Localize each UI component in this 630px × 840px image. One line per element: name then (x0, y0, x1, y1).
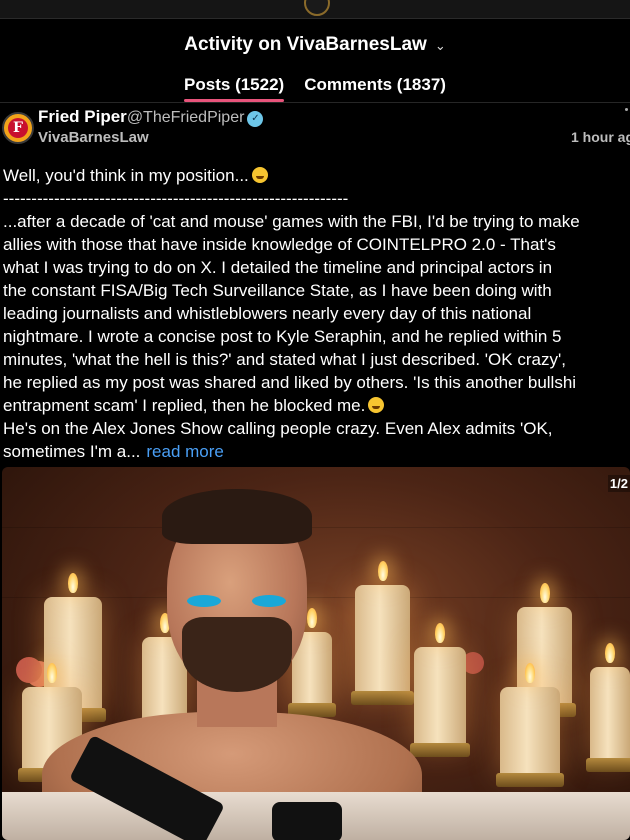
author-name[interactable]: Fried Piper (38, 107, 127, 126)
more-options-icon[interactable] (625, 108, 628, 111)
page-title: Activity on VivaBarnesLaw (184, 34, 427, 55)
community-name[interactable]: VivaBarnesLaw (38, 129, 149, 146)
post-body-line: what I was trying to do on X. I detailed… (3, 258, 553, 277)
site-logo-icon[interactable] (304, 0, 330, 16)
eye-shadow (252, 595, 286, 607)
media-counter: 1/2 (607, 475, 630, 492)
grinning-sweat-emoji-icon (251, 167, 268, 183)
avatar-letter-icon: F (8, 118, 28, 138)
tab-posts[interactable]: Posts (1522) (184, 72, 285, 102)
candle (410, 623, 470, 757)
post-body-line: minutes, 'what the hell is this?' and st… (3, 350, 566, 369)
post-body: Well, you'd think in my position... ----… (3, 164, 630, 463)
community-selector[interactable]: Activity on VivaBarnesLaw ⌄ (0, 30, 630, 60)
verified-badge-icon: ✓ (247, 111, 264, 127)
person-hair (162, 489, 312, 544)
wall-tile-line (2, 527, 630, 528)
flowers-decor (16, 657, 42, 683)
author-line[interactable]: Fried Piper@TheFriedPiper ✓ (38, 107, 264, 127)
post-timestamp: 1 hour ag (570, 129, 630, 145)
person-beard (182, 617, 292, 692)
chevron-down-icon: ⌄ (434, 38, 446, 53)
top-bar (0, 0, 630, 19)
post-body-line: He's on the Alex Jones Show calling peop… (3, 419, 553, 438)
post-body-line: entrapment scam' I replied, then he bloc… (3, 394, 630, 417)
read-more-link[interactable]: read more (146, 442, 223, 461)
rifle-stock-shape (272, 802, 342, 840)
post-body-line: nightmare. I wrote a concise post to Kyl… (3, 327, 562, 346)
rofl-emoji-icon (368, 397, 385, 413)
post-body-line: leading journalists and whistleblowers n… (3, 304, 532, 323)
candle (496, 663, 564, 787)
eye-shadow (187, 595, 221, 607)
activity-page: Activity on VivaBarnesLaw ⌄ Posts (1522)… (0, 0, 630, 840)
post-image[interactable]: 1/2 (2, 467, 630, 840)
tab-comments[interactable]: Comments (1837) (304, 72, 446, 100)
post-body-line: Well, you'd think in my position... (3, 164, 630, 187)
post-body-line: ...after a decade of 'cat and mouse' gam… (3, 212, 580, 231)
post-body-line: allies with those that have inside knowl… (3, 235, 556, 254)
post-body-line: he replied as my post was shared and lik… (3, 373, 577, 392)
author-handle[interactable]: @TheFriedPiper (127, 109, 245, 126)
avatar[interactable]: F (2, 112, 34, 144)
candle (586, 643, 630, 772)
candle (351, 561, 414, 705)
post-body-line: sometimes I'm a... read more (3, 442, 224, 461)
post-body-line: the constant FISA/Big Tech Surveillance … (3, 281, 552, 300)
activity-tabs: Posts (1522) Comments (1837) (0, 72, 630, 104)
post-body-line: ----------------------------------------… (3, 189, 349, 208)
